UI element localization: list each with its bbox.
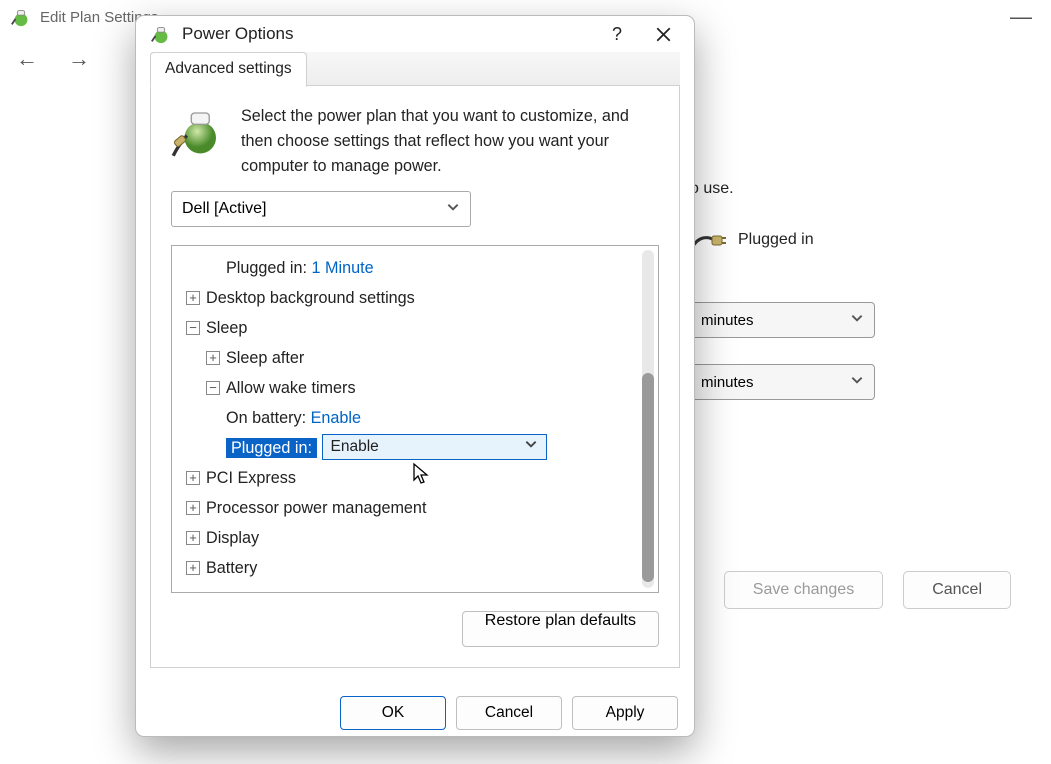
- tree-item-wake-timers[interactable]: −Allow wake timers: [178, 374, 654, 404]
- parent-minutes-select-2[interactable]: minutes: [690, 364, 875, 400]
- parent-minutes-select-1[interactable]: minutes: [690, 302, 875, 338]
- cancel-button[interactable]: Cancel: [456, 696, 562, 730]
- power-options-dialog: Power Options ? Advanced settings Select…: [135, 15, 695, 737]
- expand-icon[interactable]: +: [186, 561, 200, 575]
- tree-item-processor[interactable]: +Processor power management: [178, 494, 654, 524]
- scrollbar-thumb[interactable]: [642, 373, 654, 582]
- tree-setting-on-battery[interactable]: On battery: Enable: [178, 404, 654, 434]
- apply-button[interactable]: Apply: [572, 696, 678, 730]
- back-arrow-icon[interactable]: ←: [16, 46, 38, 72]
- power-icon: [150, 23, 172, 45]
- ok-button[interactable]: OK: [340, 696, 446, 730]
- expand-icon[interactable]: +: [186, 531, 200, 545]
- tree-item-display[interactable]: +Display: [178, 524, 654, 554]
- selected-setting-label: Plugged in:: [226, 438, 317, 458]
- dialog-intro-text: Select the power plan that you want to c…: [241, 104, 659, 179]
- tree-item-sleep[interactable]: −Sleep: [178, 314, 654, 344]
- wake-timers-plugged-in-select[interactable]: Enable: [322, 434, 547, 460]
- tree-value-link[interactable]: Enable: [311, 409, 361, 427]
- settings-tree[interactable]: Plugged in: 1 Minute +Desktop background…: [171, 245, 659, 593]
- power-plan-select[interactable]: Dell [Active]: [171, 191, 471, 227]
- expand-icon[interactable]: +: [206, 351, 220, 365]
- tabs-strip: Advanced settings: [150, 52, 680, 86]
- close-button[interactable]: [640, 16, 686, 52]
- tree-item-battery[interactable]: +Battery: [178, 554, 654, 584]
- cancel-button-parent[interactable]: Cancel: [903, 571, 1011, 609]
- help-button[interactable]: ?: [594, 16, 640, 52]
- expand-icon[interactable]: +: [186, 501, 200, 515]
- expand-icon[interactable]: +: [186, 291, 200, 305]
- tree-item-desktop-bg[interactable]: +Desktop background settings: [178, 284, 654, 314]
- tree-setting-plugged-in[interactable]: Plugged in: 1 Minute: [178, 254, 654, 284]
- dialog-title: Power Options: [182, 24, 294, 44]
- expand-icon[interactable]: +: [186, 471, 200, 485]
- plugged-in-label: Plugged in: [738, 231, 814, 249]
- tree-item-sleep-after[interactable]: +Sleep after: [178, 344, 654, 374]
- tree-item-pci[interactable]: +PCI Express: [178, 464, 654, 494]
- tree-value-link[interactable]: 1 Minute: [312, 259, 374, 277]
- power-icon: [10, 6, 32, 28]
- collapse-icon[interactable]: −: [206, 381, 220, 395]
- collapse-icon[interactable]: −: [186, 321, 200, 335]
- chevron-down-icon: [850, 373, 864, 391]
- restore-defaults-button[interactable]: Restore plan defaults: [462, 611, 659, 647]
- tab-advanced-settings[interactable]: Advanced settings: [150, 52, 307, 87]
- chevron-down-icon: [850, 311, 864, 329]
- tree-scrollbar[interactable]: [642, 250, 654, 588]
- minimize-icon[interactable]: —: [1001, 4, 1041, 30]
- tree-setting-plugged-in-wake[interactable]: Plugged in: Enable: [178, 434, 654, 464]
- chevron-down-icon: [524, 436, 538, 458]
- chevron-down-icon: [446, 200, 460, 219]
- plug-icon: [690, 228, 726, 252]
- forward-arrow-icon[interactable]: →: [68, 46, 90, 72]
- power-plan-icon: [171, 104, 225, 158]
- save-changes-button[interactable]: Save changes: [724, 571, 883, 609]
- context-text: o use.: [690, 180, 1011, 198]
